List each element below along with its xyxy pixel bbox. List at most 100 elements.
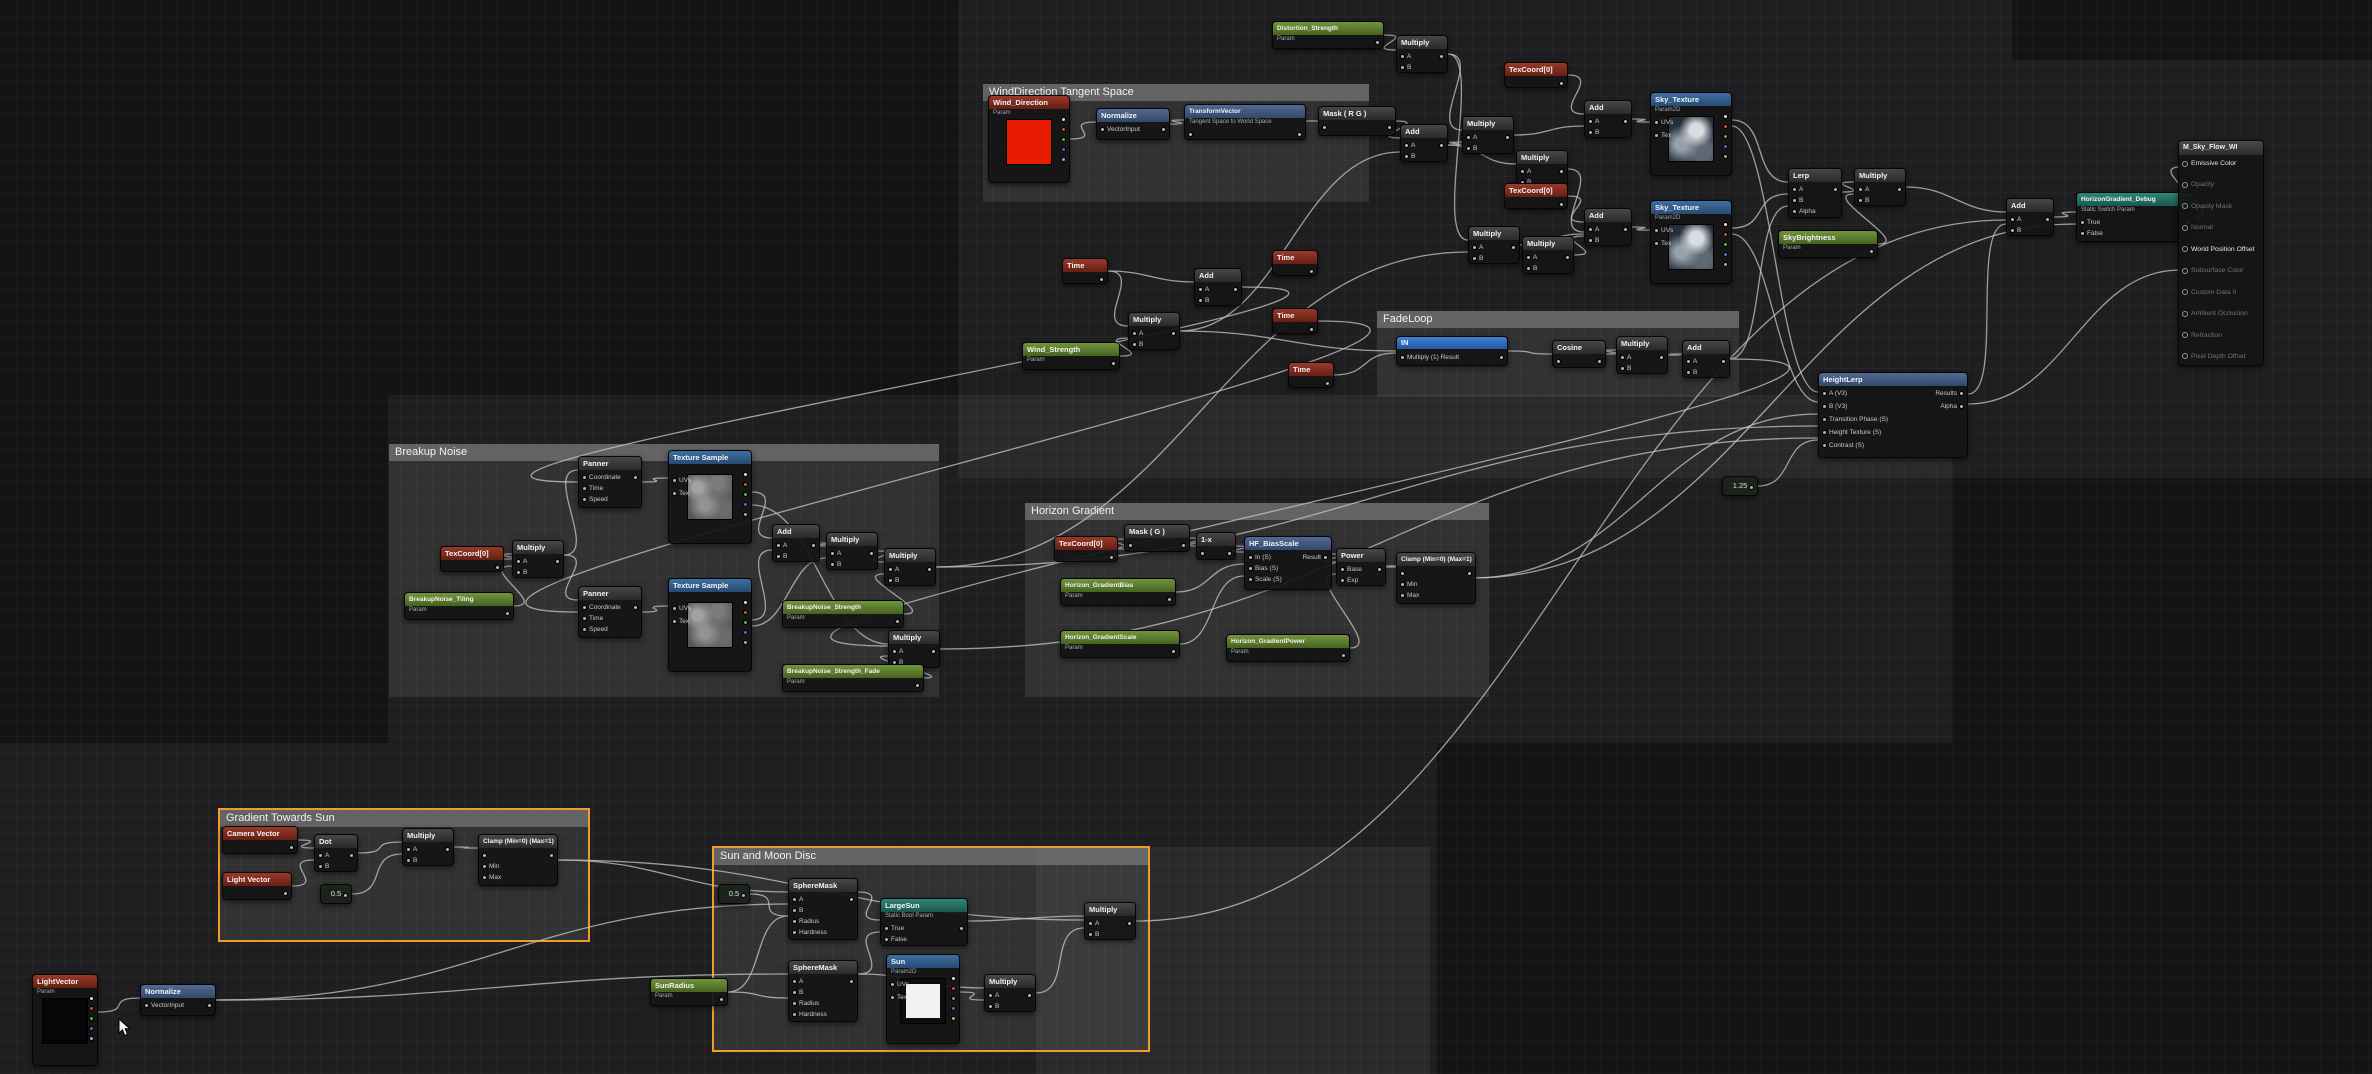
input-pin[interactable]: B (1132, 340, 1143, 349)
output-pin[interactable] (1723, 240, 1728, 249)
input-pin[interactable]: Multiply (1) Result (1400, 353, 1459, 362)
multiply-12-node[interactable]: MultiplyAB (888, 630, 940, 668)
input-pin[interactable]: B (830, 560, 841, 569)
input-pin[interactable] (1200, 549, 1205, 558)
texcoord-2-node[interactable]: TexCoord[0] (1504, 183, 1568, 209)
horizon-gradientpower-node[interactable]: Horizon_GradientPowerParam (1226, 634, 1350, 662)
input-pin[interactable] (1188, 130, 1193, 139)
input-pin[interactable]: B (2010, 226, 2021, 235)
output-pin[interactable]: Alpha (1940, 402, 1964, 411)
input-pin[interactable]: B (1404, 152, 1415, 161)
output-pin[interactable] (1723, 230, 1728, 239)
output-pin[interactable] (633, 473, 638, 482)
breakupnoise-tiling-node[interactable]: BreakupNoise_TilingParam (404, 592, 514, 620)
comment-title[interactable]: FadeLoop (1377, 311, 1739, 328)
time-4-node[interactable]: Time (1288, 362, 1334, 388)
output-pin[interactable] (289, 843, 294, 852)
sky-texture-1-node[interactable]: Sky_TextureParam2DUVsTex (1650, 92, 1732, 176)
add-5-node[interactable]: AddAB (1682, 340, 1730, 378)
material-input-pin[interactable]: World Position Offset (2182, 246, 2260, 253)
input-pin[interactable]: A (1132, 329, 1143, 338)
output-pin[interactable] (741, 891, 746, 900)
output-pin[interactable] (743, 470, 748, 479)
texcoord-3-node[interactable]: TexCoord[0] (440, 546, 504, 572)
input-pin[interactable]: False (2080, 229, 2103, 238)
time-2-node[interactable]: Time (1272, 250, 1318, 276)
horizongradient-debug-node[interactable]: HorizonGradient_DebugStatic Switch Param… (2076, 192, 2194, 242)
input-pin[interactable]: A (1404, 141, 1415, 150)
material-input-pin[interactable]: Subsurface Color (2182, 267, 2260, 274)
lerp-1-node[interactable]: LerpABAlpha (1788, 168, 1842, 218)
add-3-node[interactable]: AddAB (1584, 208, 1632, 246)
distortion-strength-node[interactable]: Distortion_StrengthParam (1272, 21, 1384, 49)
output-pin[interactable] (89, 1004, 94, 1013)
output-pin[interactable] (743, 638, 748, 647)
input-pin[interactable]: B (1472, 254, 1483, 263)
input-pin[interactable]: Alpha (1792, 207, 1816, 216)
input-pin[interactable]: A (1466, 133, 1477, 142)
output-pin[interactable] (1467, 569, 1472, 578)
input-pin[interactable]: Tex (1654, 239, 1671, 248)
output-pin[interactable] (1723, 142, 1728, 151)
breakupnoise-strength-fade-node[interactable]: BreakupNoise_Strength_FadeParam (782, 664, 924, 692)
input-pin[interactable] (1556, 357, 1561, 366)
input-pin[interactable]: Coordinate (582, 473, 621, 482)
texture-sample-1-node[interactable]: Texture SampleUVsTex (668, 450, 752, 544)
output-pin[interactable] (743, 598, 748, 607)
input-pin[interactable]: Height Texture (S) (1822, 428, 1881, 437)
breakupnoise-strength-node[interactable]: BreakupNoise_StrengthParam (782, 600, 904, 628)
input-pin[interactable]: A (792, 977, 803, 986)
output-pin[interactable] (1723, 122, 1728, 131)
input-pin[interactable]: A (776, 541, 787, 550)
input-pin[interactable] (1128, 541, 1133, 550)
output-pin[interactable] (951, 1014, 956, 1023)
input-pin[interactable]: Contrast (S) (1822, 441, 1864, 450)
input-pin[interactable]: A (892, 647, 903, 656)
comment-title[interactable]: Breakup Noise (389, 444, 939, 461)
sunradius-node[interactable]: SunRadiusParam (650, 978, 728, 1006)
input-pin[interactable]: A (1792, 185, 1803, 194)
multiply-8-node[interactable]: MultiplyAB (1616, 336, 1668, 374)
output-pin[interactable] (505, 609, 510, 618)
output-pin[interactable] (445, 845, 450, 854)
multiply-10-node[interactable]: MultiplyAB (826, 532, 878, 570)
input-pin[interactable]: Time (582, 484, 603, 493)
multiply-14-node[interactable]: MultiplyAB (984, 974, 1036, 1012)
multiply-4-node[interactable]: MultiplyAB (1468, 226, 1520, 264)
input-pin[interactable]: Min (1400, 580, 1417, 589)
input-pin[interactable]: UVs (672, 604, 691, 613)
multiply-15-node[interactable]: MultiplyAB (1084, 902, 1136, 940)
output-pin[interactable] (895, 617, 900, 626)
multiply-6-node[interactable]: MultiplyAB (1854, 168, 1906, 206)
output-pin[interactable] (1341, 651, 1346, 660)
lightvector-tex-node[interactable]: LightVectorParam (32, 974, 98, 1066)
output-pin[interactable] (1375, 38, 1380, 47)
input-pin[interactable]: True (884, 924, 904, 933)
input-pin[interactable]: B (1792, 196, 1803, 205)
output-pin[interactable] (349, 851, 354, 860)
output-pin[interactable] (1723, 250, 1728, 259)
comment-title[interactable]: Sun and Moon Disc (714, 848, 1148, 865)
output-pin[interactable] (927, 565, 932, 574)
input-pin[interactable]: Scale (S) (1248, 575, 1282, 584)
spheremask-2-node[interactable]: SphereMaskABRadiusHardness (788, 960, 858, 1022)
output-pin[interactable] (811, 541, 816, 550)
const-05b-node[interactable]: 0.5 (718, 884, 750, 904)
cosine-1-node[interactable]: Cosine (1552, 340, 1606, 368)
input-pin[interactable]: B (792, 988, 803, 997)
input-pin[interactable]: A (1620, 353, 1631, 362)
output-pin[interactable]: Result (1303, 553, 1328, 562)
input-pin[interactable] (1322, 123, 1327, 132)
output-pin[interactable] (1623, 117, 1628, 126)
output-pin[interactable] (743, 500, 748, 509)
output-pin[interactable] (1869, 247, 1874, 256)
input-pin[interactable]: VectorInput (1100, 125, 1140, 134)
input-pin[interactable]: Max (482, 873, 501, 882)
material-input-pin[interactable]: Ambient Occlusion (2182, 310, 2260, 317)
input-pin[interactable]: B (1400, 63, 1411, 72)
input-pin[interactable]: B (988, 1002, 999, 1011)
input-pin[interactable]: Speed (582, 495, 608, 504)
multiply-11-node[interactable]: MultiplyAB (884, 548, 936, 586)
output-pin[interactable] (743, 510, 748, 519)
output-pin[interactable] (1027, 991, 1032, 1000)
